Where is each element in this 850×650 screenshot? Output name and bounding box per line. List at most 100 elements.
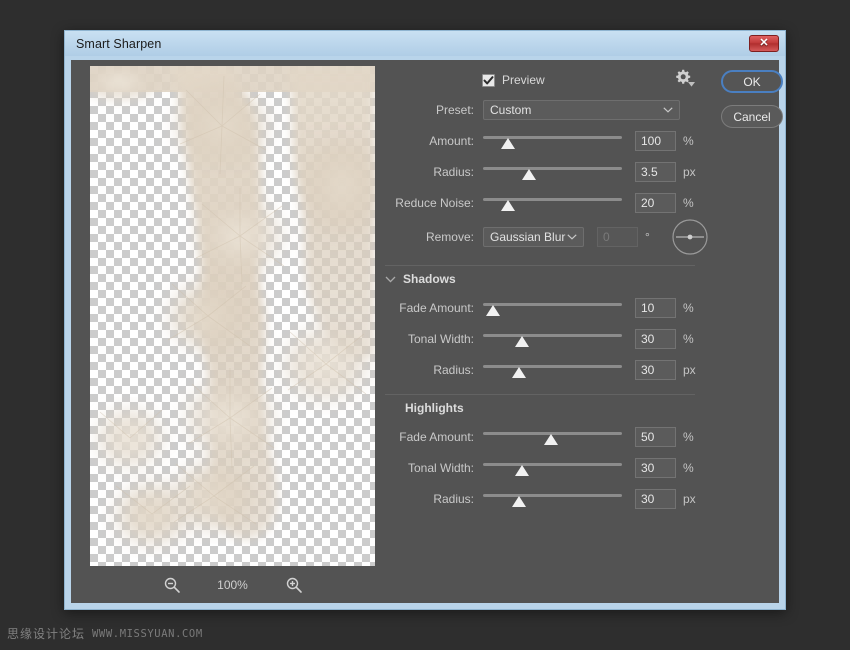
highlights-tonal-width-input[interactable]: 30 — [635, 458, 676, 478]
slider-track — [483, 494, 622, 497]
preview-image-pane[interactable] — [90, 66, 375, 566]
shadows-fade-amount-row: Fade Amount: 10 % — [383, 292, 713, 323]
watermark-site-name: 思缘设计论坛 — [7, 625, 85, 642]
shadows-radius-slider[interactable] — [483, 358, 622, 382]
shadows-radius-input[interactable]: 30 — [635, 360, 676, 380]
remove-angle-unit: ° — [645, 230, 659, 244]
shadows-title: Shadows — [403, 272, 456, 286]
highlights-radius-label: Radius: — [383, 492, 483, 506]
radius-input[interactable]: 3.5 — [635, 162, 676, 182]
slider-track — [483, 303, 622, 306]
shadows-tonal-width-label: Tonal Width: — [383, 332, 483, 346]
shadows-fade-amount-unit: % — [683, 301, 697, 315]
shadows-radius-unit: px — [683, 363, 697, 377]
chevron-down-icon[interactable] — [385, 276, 396, 283]
slider-track — [483, 463, 622, 466]
highlights-fade-amount-input[interactable]: 50 — [635, 427, 676, 447]
shadows-tonal-width-unit: % — [683, 332, 697, 346]
highlights-radius-unit: px — [683, 492, 697, 506]
remove-row: Remove: Gaussian Blur 0 ° — [383, 218, 713, 256]
amount-slider[interactable] — [483, 129, 622, 153]
highlights-radius-row: Radius: 30 px — [383, 483, 713, 514]
slider-thumb[interactable] — [515, 465, 529, 476]
shadows-fade-amount-input[interactable]: 10 — [635, 298, 676, 318]
controls-column: Preview Preset: Custo — [383, 66, 713, 514]
close-button[interactable]: ✕ — [749, 35, 779, 52]
reduce-noise-row: Reduce Noise: 20 % — [383, 187, 713, 218]
preset-row: Preset: Custom — [383, 94, 713, 125]
dialog-title: Smart Sharpen — [76, 37, 161, 51]
remove-select[interactable]: Gaussian Blur — [483, 227, 584, 247]
ok-button[interactable]: OK — [721, 70, 783, 93]
slider-thumb[interactable] — [512, 367, 526, 378]
preview-zoom-bar: 100% — [90, 572, 375, 598]
slider-thumb[interactable] — [522, 169, 536, 180]
amount-row: Amount: 100 % — [383, 125, 713, 156]
radius-unit: px — [683, 165, 697, 179]
highlights-fade-amount-row: Fade Amount: 50 % — [383, 421, 713, 452]
preset-label: Preset: — [383, 103, 483, 117]
check-icon — [483, 75, 494, 86]
shadows-fade-amount-label: Fade Amount: — [383, 301, 483, 315]
highlights-radius-input[interactable]: 30 — [635, 489, 676, 509]
watermark-url: WWW.MISSYUAN.COM — [92, 628, 203, 640]
highlights-title: Highlights — [405, 401, 464, 415]
angle-dial-icon[interactable] — [671, 218, 709, 256]
highlights-section-header[interactable]: Highlights — [383, 395, 713, 421]
preview-checkbox-label: Preview — [502, 73, 545, 87]
radius-slider[interactable] — [483, 160, 622, 184]
cancel-button[interactable]: Cancel — [721, 105, 783, 128]
highlights-tonal-width-label: Tonal Width: — [383, 461, 483, 475]
remove-value: Gaussian Blur — [490, 230, 565, 244]
chevron-down-icon — [663, 107, 673, 113]
zoom-level-label: 100% — [213, 578, 253, 592]
highlights-fade-amount-slider[interactable] — [483, 425, 622, 449]
slider-thumb[interactable] — [544, 434, 558, 445]
amount-unit: % — [683, 134, 697, 148]
dialog-buttons: OK Cancel — [721, 70, 791, 140]
shadows-tonal-width-row: Tonal Width: 30 % — [383, 323, 713, 354]
dialog-titlebar[interactable]: Smart Sharpen ✕ — [65, 31, 785, 56]
shadows-tonal-width-input[interactable]: 30 — [635, 329, 676, 349]
highlights-fade-amount-unit: % — [683, 430, 697, 444]
slider-track — [483, 334, 622, 337]
highlights-radius-slider[interactable] — [483, 487, 622, 511]
remove-label: Remove: — [383, 230, 483, 244]
amount-label: Amount: — [383, 134, 483, 148]
radius-row: Radius: 3.5 px — [383, 156, 713, 187]
slider-track — [483, 167, 622, 170]
amount-input[interactable]: 100 — [635, 131, 676, 151]
chevron-down-icon — [567, 234, 577, 240]
highlights-tonal-width-unit: % — [683, 461, 697, 475]
shadows-tonal-width-slider[interactable] — [483, 327, 622, 351]
radius-label: Radius: — [383, 165, 483, 179]
slider-thumb[interactable] — [501, 138, 515, 149]
slider-thumb[interactable] — [501, 200, 515, 211]
shadows-fade-amount-slider[interactable] — [483, 296, 622, 320]
slider-thumb[interactable] — [486, 305, 500, 316]
gear-dropdown-caret-icon — [688, 82, 695, 87]
reduce-noise-unit: % — [683, 196, 697, 210]
dialog-body: 100% Preview — [71, 60, 779, 603]
slider-thumb[interactable] — [515, 336, 529, 347]
shadows-section-header[interactable]: Shadows — [383, 266, 713, 292]
slider-thumb[interactable] — [512, 496, 526, 507]
reduce-noise-label: Reduce Noise: — [383, 196, 483, 210]
preset-select[interactable]: Custom — [483, 100, 680, 120]
preset-value: Custom — [490, 103, 531, 117]
preview-checkbox[interactable] — [482, 74, 495, 87]
magnifier-minus-icon[interactable] — [163, 576, 181, 594]
smart-sharpen-dialog: Smart Sharpen ✕ — [64, 30, 786, 610]
preview-artwork — [90, 66, 375, 566]
highlights-tonal-width-row: Tonal Width: 30 % — [383, 452, 713, 483]
shadows-radius-row: Radius: 30 px — [383, 354, 713, 385]
reduce-noise-input[interactable]: 20 — [635, 193, 676, 213]
shadows-radius-label: Radius: — [383, 363, 483, 377]
highlights-fade-amount-label: Fade Amount: — [383, 430, 483, 444]
magnifier-plus-icon[interactable] — [285, 576, 303, 594]
settings-gear-button[interactable] — [675, 69, 697, 91]
preview-row: Preview — [383, 66, 713, 94]
highlights-tonal-width-slider[interactable] — [483, 456, 622, 480]
remove-angle-input: 0 — [597, 227, 638, 247]
reduce-noise-slider[interactable] — [483, 191, 622, 215]
